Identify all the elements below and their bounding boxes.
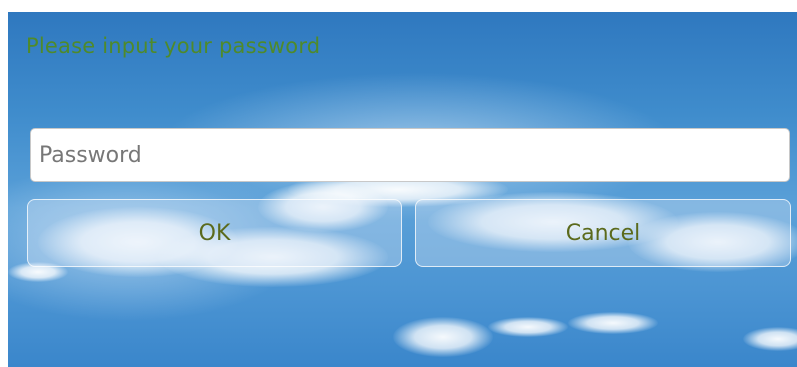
ok-button-label: OK [198, 220, 231, 246]
dialog-title: Please input your password [26, 34, 321, 58]
cancel-button[interactable]: Cancel [415, 199, 791, 267]
password-dialog: Please input your password OK Cancel [8, 12, 797, 367]
password-input[interactable] [30, 128, 790, 182]
cancel-button-label: Cancel [565, 220, 641, 246]
ok-button[interactable]: OK [27, 199, 402, 267]
